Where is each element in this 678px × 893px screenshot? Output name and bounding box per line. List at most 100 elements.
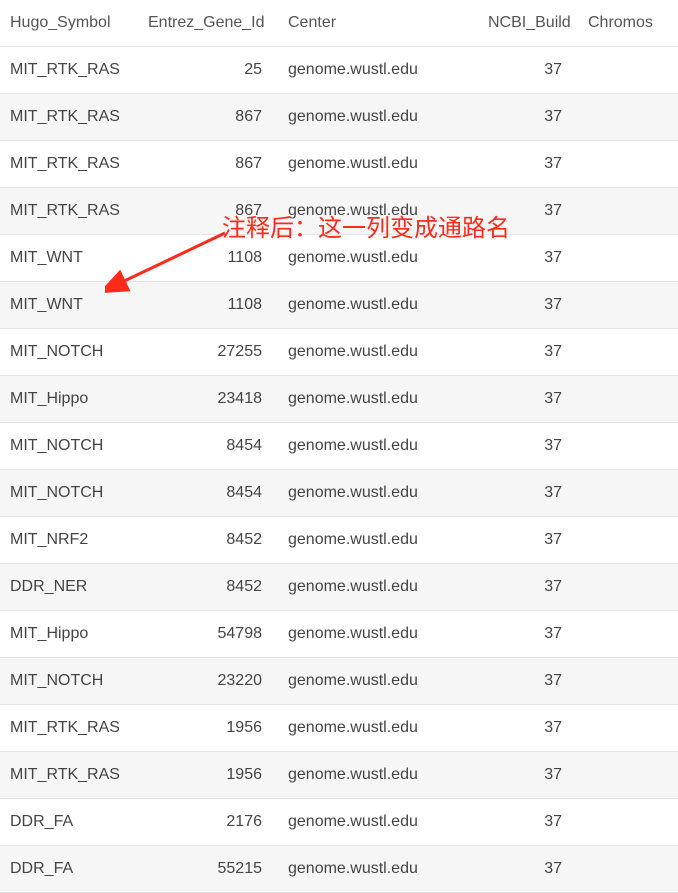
cell-entrez-gene-id: 8454 [140, 470, 280, 517]
cell-center: genome.wustl.edu [280, 564, 480, 611]
cell-chromosome [580, 799, 678, 846]
cell-entrez-gene-id: 867 [140, 188, 280, 235]
cell-center: genome.wustl.edu [280, 752, 480, 799]
table-row: MIT_NOTCH8454genome.wustl.edu37 [0, 423, 678, 470]
cell-chromosome [580, 282, 678, 329]
cell-ncbi-build: 37 [480, 846, 580, 893]
cell-center: genome.wustl.edu [280, 611, 480, 658]
cell-entrez-gene-id: 1108 [140, 235, 280, 282]
table-row: MIT_RTK_RAS867genome.wustl.edu37 [0, 141, 678, 188]
cell-hugo-symbol: MIT_RTK_RAS [0, 94, 140, 141]
cell-center: genome.wustl.edu [280, 658, 480, 705]
cell-center: genome.wustl.edu [280, 47, 480, 94]
cell-chromosome [580, 517, 678, 564]
cell-ncbi-build: 37 [480, 658, 580, 705]
table-row: MIT_RTK_RAS867genome.wustl.edu37 [0, 188, 678, 235]
cell-center: genome.wustl.edu [280, 376, 480, 423]
cell-chromosome [580, 376, 678, 423]
cell-ncbi-build: 37 [480, 705, 580, 752]
cell-center: genome.wustl.edu [280, 329, 480, 376]
header-hugo-symbol: Hugo_Symbol [0, 0, 140, 47]
cell-center: genome.wustl.edu [280, 188, 480, 235]
cell-hugo-symbol: DDR_NER [0, 564, 140, 611]
cell-chromosome [580, 141, 678, 188]
cell-center: genome.wustl.edu [280, 423, 480, 470]
cell-chromosome [580, 235, 678, 282]
header-center: Center [280, 0, 480, 47]
table-row: MIT_NOTCH27255genome.wustl.edu37 [0, 329, 678, 376]
cell-entrez-gene-id: 54798 [140, 611, 280, 658]
table-row: DDR_FA55215genome.wustl.edu37 [0, 846, 678, 893]
cell-entrez-gene-id: 8452 [140, 517, 280, 564]
cell-ncbi-build: 37 [480, 799, 580, 846]
cell-ncbi-build: 37 [480, 423, 580, 470]
cell-entrez-gene-id: 8452 [140, 564, 280, 611]
cell-ncbi-build: 37 [480, 282, 580, 329]
header-ncbi-build: NCBI_Build [480, 0, 580, 47]
cell-chromosome [580, 611, 678, 658]
cell-entrez-gene-id: 23418 [140, 376, 280, 423]
cell-center: genome.wustl.edu [280, 282, 480, 329]
cell-entrez-gene-id: 867 [140, 141, 280, 188]
cell-chromosome [580, 470, 678, 517]
cell-chromosome [580, 423, 678, 470]
cell-hugo-symbol: MIT_NOTCH [0, 658, 140, 705]
cell-center: genome.wustl.edu [280, 235, 480, 282]
cell-entrez-gene-id: 55215 [140, 846, 280, 893]
table-row: MIT_WNT1108genome.wustl.edu37 [0, 282, 678, 329]
table-row: MIT_NOTCH23220genome.wustl.edu37 [0, 658, 678, 705]
cell-center: genome.wustl.edu [280, 141, 480, 188]
cell-hugo-symbol: MIT_RTK_RAS [0, 188, 140, 235]
cell-hugo-symbol: MIT_WNT [0, 282, 140, 329]
cell-ncbi-build: 37 [480, 235, 580, 282]
cell-chromosome [580, 705, 678, 752]
header-chromosome: Chromos [580, 0, 678, 47]
cell-ncbi-build: 37 [480, 752, 580, 799]
cell-ncbi-build: 37 [480, 329, 580, 376]
cell-chromosome [580, 188, 678, 235]
table-row: MIT_WNT1108genome.wustl.edu37 [0, 235, 678, 282]
cell-center: genome.wustl.edu [280, 705, 480, 752]
cell-center: genome.wustl.edu [280, 470, 480, 517]
cell-entrez-gene-id: 2176 [140, 799, 280, 846]
table-row: MIT_NOTCH8454genome.wustl.edu37 [0, 470, 678, 517]
cell-hugo-symbol: MIT_NOTCH [0, 423, 140, 470]
data-table: Hugo_Symbol Entrez_Gene_Id Center NCBI_B… [0, 0, 678, 893]
cell-ncbi-build: 37 [480, 470, 580, 517]
cell-hugo-symbol: MIT_RTK_RAS [0, 705, 140, 752]
cell-chromosome [580, 752, 678, 799]
cell-ncbi-build: 37 [480, 188, 580, 235]
table-row: MIT_Hippo23418genome.wustl.edu37 [0, 376, 678, 423]
cell-ncbi-build: 37 [480, 517, 580, 564]
table-row: MIT_RTK_RAS1956genome.wustl.edu37 [0, 752, 678, 799]
cell-chromosome [580, 47, 678, 94]
cell-ncbi-build: 37 [480, 611, 580, 658]
cell-hugo-symbol: MIT_WNT [0, 235, 140, 282]
cell-center: genome.wustl.edu [280, 94, 480, 141]
cell-entrez-gene-id: 1956 [140, 752, 280, 799]
table-row: MIT_RTK_RAS867genome.wustl.edu37 [0, 94, 678, 141]
table-row: DDR_FA2176genome.wustl.edu37 [0, 799, 678, 846]
cell-hugo-symbol: MIT_RTK_RAS [0, 141, 140, 188]
cell-center: genome.wustl.edu [280, 799, 480, 846]
cell-chromosome [580, 329, 678, 376]
cell-hugo-symbol: DDR_FA [0, 799, 140, 846]
cell-entrez-gene-id: 23220 [140, 658, 280, 705]
cell-hugo-symbol: MIT_NOTCH [0, 329, 140, 376]
cell-hugo-symbol: MIT_RTK_RAS [0, 47, 140, 94]
cell-entrez-gene-id: 8454 [140, 423, 280, 470]
cell-entrez-gene-id: 867 [140, 94, 280, 141]
cell-chromosome [580, 658, 678, 705]
cell-hugo-symbol: MIT_RTK_RAS [0, 752, 140, 799]
cell-ncbi-build: 37 [480, 564, 580, 611]
cell-ncbi-build: 37 [480, 94, 580, 141]
header-entrez-gene-id: Entrez_Gene_Id [140, 0, 280, 47]
cell-hugo-symbol: MIT_Hippo [0, 376, 140, 423]
cell-hugo-symbol: DDR_FA [0, 846, 140, 893]
cell-chromosome [580, 94, 678, 141]
cell-center: genome.wustl.edu [280, 846, 480, 893]
table-body: MIT_RTK_RAS25genome.wustl.edu37MIT_RTK_R… [0, 47, 678, 893]
table-row: DDR_NER8452genome.wustl.edu37 [0, 564, 678, 611]
cell-hugo-symbol: MIT_NOTCH [0, 470, 140, 517]
cell-hugo-symbol: MIT_NRF2 [0, 517, 140, 564]
